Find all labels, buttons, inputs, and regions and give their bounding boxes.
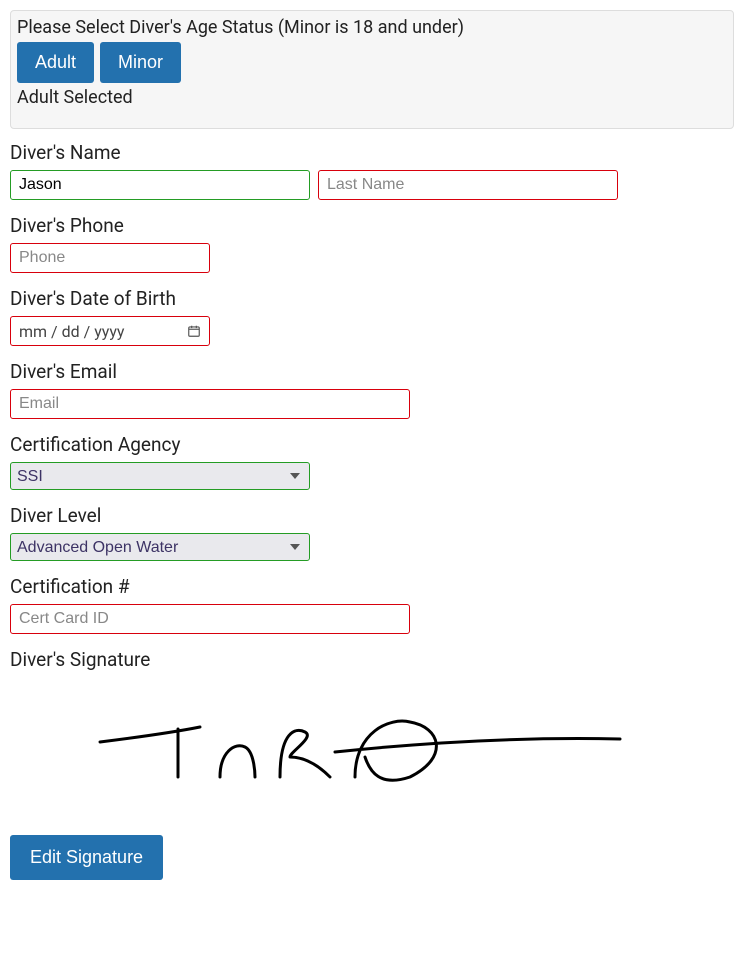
calendar-icon bbox=[187, 324, 201, 338]
certification-agency-select[interactable]: SSI bbox=[10, 462, 310, 490]
diver-email-label: Diver's Email bbox=[10, 360, 734, 383]
age-status-panel: Please Select Diver's Age Status (Minor … bbox=[10, 10, 734, 129]
certification-number-label: Certification # bbox=[10, 575, 734, 598]
dob-input[interactable]: mm / dd / yyyy bbox=[10, 316, 210, 346]
diver-dob-label: Diver's Date of Birth bbox=[10, 287, 734, 310]
certification-number-input[interactable] bbox=[10, 604, 410, 634]
last-name-input[interactable] bbox=[318, 170, 618, 200]
signature-drawing bbox=[80, 697, 640, 797]
dob-placeholder: mm / dd / yyyy bbox=[19, 322, 124, 341]
age-status-title: Please Select Diver's Age Status (Minor … bbox=[17, 17, 727, 38]
edit-signature-button[interactable]: Edit Signature bbox=[10, 835, 163, 880]
certification-agency-label: Certification Agency bbox=[10, 433, 734, 456]
diver-name-label: Diver's Name bbox=[10, 141, 734, 164]
age-status-selected: Adult Selected bbox=[17, 87, 727, 108]
diver-level-select[interactable]: Advanced Open Water bbox=[10, 533, 310, 561]
minor-button[interactable]: Minor bbox=[100, 42, 181, 83]
first-name-input[interactable] bbox=[10, 170, 310, 200]
adult-button[interactable]: Adult bbox=[17, 42, 94, 83]
diver-phone-label: Diver's Phone bbox=[10, 214, 734, 237]
email-input[interactable] bbox=[10, 389, 410, 419]
phone-input[interactable] bbox=[10, 243, 210, 273]
signature-pad[interactable] bbox=[10, 677, 710, 817]
diver-level-label: Diver Level bbox=[10, 504, 734, 527]
diver-signature-label: Diver's Signature bbox=[10, 648, 734, 671]
